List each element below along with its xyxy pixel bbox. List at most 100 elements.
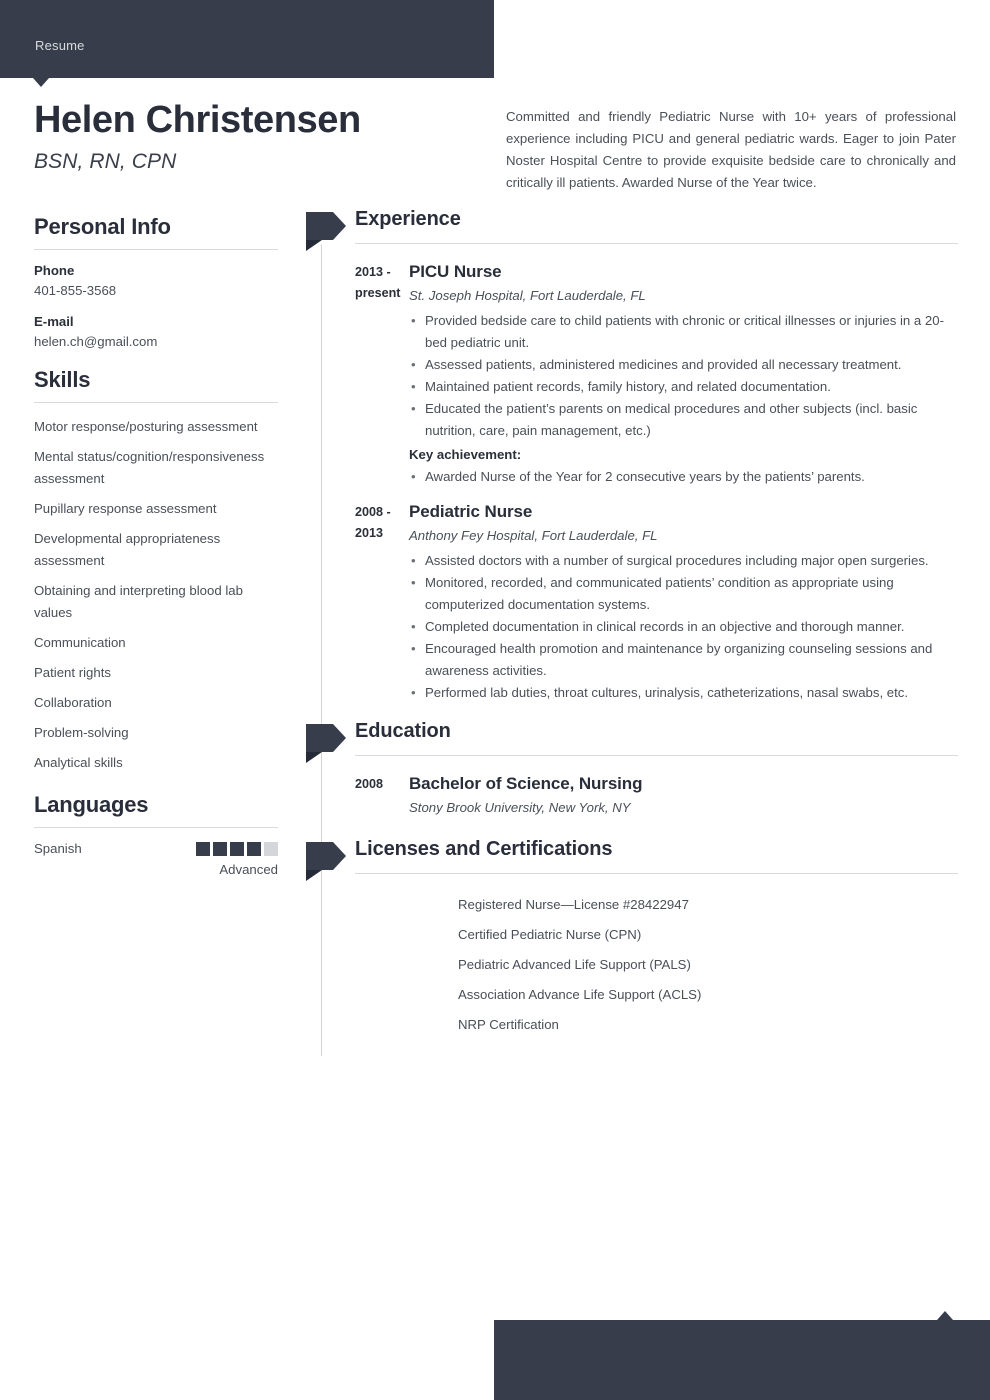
divider [34, 402, 278, 403]
rating-square-empty [264, 841, 278, 856]
header-notch-icon [33, 78, 49, 87]
list-item: Obtaining and interpreting blood lab val… [34, 583, 243, 620]
phone-value[interactable]: 401-855-3568 [34, 283, 278, 298]
footer-band [494, 1320, 990, 1400]
school-name: Stony Brook University, New York, NY [409, 800, 631, 815]
bullet-item: Assessed patients, administered medicine… [409, 354, 958, 376]
key-achievement-label: Key achievement: [409, 447, 522, 462]
education-entry: 2008 Bachelor of Science, Nursing Stony … [306, 760, 958, 822]
entry-date: 2013 - present [355, 265, 401, 300]
contact-field-email: E-mail helen.ch@gmail.com [34, 314, 278, 349]
divider [355, 243, 958, 244]
sidebar-section-skills: Skills Motor response/posturing assessme… [34, 367, 278, 774]
bullet-item: Monitored, recorded, and communicated pa… [409, 572, 958, 616]
entry-body: Bachelor of Science, Nursing Stony Brook… [409, 774, 958, 822]
list-item: Collaboration [34, 695, 112, 710]
entry-bullets: Provided bedside care to child patients … [409, 310, 958, 442]
contact-field-phone: Phone 401-855-3568 [34, 263, 278, 298]
header-label: Resume [35, 38, 85, 53]
name-block: Helen Christensen BSN, RN, CPN [34, 99, 464, 174]
ribbon-icon [306, 724, 333, 752]
personal-info-heading: Personal Info [34, 214, 171, 239]
ribbon-fold-icon [306, 752, 322, 763]
credentials-subtitle: BSN, RN, CPN [34, 150, 177, 174]
degree-title: Bachelor of Science, Nursing [409, 774, 643, 793]
entry-bullets: Assisted doctors with a number of surgic… [409, 550, 958, 704]
ribbon-icon [306, 842, 333, 870]
list-item: Association Advance Life Support (ACLS) [458, 987, 702, 1002]
language-row: Spanish [34, 841, 278, 856]
sidebar-section-personal-info: Personal Info Phone 401-855-3568 E-mail … [34, 214, 278, 349]
list-item: Pupillary response assessment [34, 501, 217, 516]
rating-square-filled [196, 841, 210, 856]
section-title: Education [355, 720, 451, 742]
section-education: Education 2008 Bachelor of Science, Nurs… [306, 720, 958, 822]
bullet-item: Educated the patient’s parents on medica… [409, 398, 958, 442]
section-title: Licenses and Certifications [355, 838, 613, 860]
ribbon-fold-icon [306, 240, 322, 251]
bullet-item: Completed documentation in clinical reco… [409, 616, 958, 638]
rating-square-filled [213, 841, 227, 856]
section-title: Experience [355, 208, 461, 230]
divider [34, 827, 278, 828]
bullet-item: Awarded Nurse of the Year for 2 consecut… [409, 466, 958, 488]
entry-date: 2008 - 2013 [355, 505, 391, 540]
bullet-item: Encouraged health promotion and maintena… [409, 638, 958, 682]
rating-square-filled [247, 841, 261, 856]
list-item: Developmental appropriateness assessment [34, 531, 221, 568]
list-item: Analytical skills [34, 755, 123, 770]
skills-heading: Skills [34, 367, 91, 392]
experience-entry: 2013 - present PICU Nurse St. Joseph Hos… [306, 248, 958, 488]
bullet-item: Assisted doctors with a number of surgic… [409, 550, 958, 572]
rating-square-filled [230, 841, 244, 856]
entry-role: PICU Nurse [409, 262, 502, 281]
sidebar: Personal Info Phone 401-855-3568 E-mail … [34, 214, 278, 895]
key-achievement-bullets: Awarded Nurse of the Year for 2 consecut… [409, 466, 958, 488]
section-licenses: Licenses and Certifications Registered N… [306, 838, 958, 1036]
ribbon-icon [306, 212, 333, 240]
language-level-label: Advanced [219, 862, 278, 877]
bullet-item: Provided bedside care to child patients … [409, 310, 958, 354]
divider [355, 873, 958, 874]
list-item: Certified Pediatric Nurse (CPN) [458, 927, 642, 942]
divider [34, 249, 278, 250]
section-header: Experience [306, 208, 958, 251]
entry-date: 2008 [355, 777, 384, 791]
divider [355, 755, 958, 756]
entry-organization: Anthony Fey Hospital, Fort Lauderdale, F… [409, 528, 658, 543]
ribbon-point-icon [333, 212, 346, 240]
list-item: Pediatric Advanced Life Support (PALS) [458, 957, 691, 972]
entry-body: PICU Nurse St. Joseph Hospital, Fort Lau… [409, 262, 958, 488]
language-name: Spanish [34, 841, 82, 856]
section-header: Licenses and Certifications [306, 838, 958, 881]
entry-role: Pediatric Nurse [409, 502, 533, 521]
section-header: Education [306, 720, 958, 763]
bullet-item: Maintained patient records, family histo… [409, 376, 958, 398]
list-item: NRP Certification [458, 1017, 559, 1032]
list-item: Registered Nurse—License #28422947 [458, 897, 689, 912]
experience-entry: 2008 - 2013 Pediatric Nurse Anthony Fey … [306, 488, 958, 704]
list-item: Patient rights [34, 665, 111, 680]
profile-summary: Committed and friendly Pediatric Nurse w… [506, 109, 956, 190]
list-item: Communication [34, 635, 126, 650]
ribbon-point-icon [333, 724, 346, 752]
ribbon-fold-icon [306, 870, 322, 881]
bullet-item: Performed lab duties, throat cultures, u… [409, 682, 958, 704]
phone-label: Phone [34, 263, 75, 278]
main-content: Experience 2013 - present PICU Nurse St.… [306, 208, 958, 1056]
language-rating [196, 841, 278, 856]
entry-organization: St. Joseph Hospital, Fort Lauderdale, FL [409, 288, 646, 303]
footer-notch-icon [937, 1311, 953, 1320]
ribbon-point-icon [333, 842, 346, 870]
licenses-list: Registered Nurse—License #28422947 Certi… [306, 878, 958, 1036]
page-title: Helen Christensen [34, 99, 361, 141]
languages-heading: Languages [34, 792, 149, 817]
list-item: Motor response/posturing assessment [34, 419, 258, 434]
list-item: Mental status/cognition/responsiveness a… [34, 449, 265, 486]
section-experience: Experience 2013 - present PICU Nurse St.… [306, 208, 958, 704]
sidebar-section-languages: Languages Spanish Advanced [34, 792, 278, 877]
entry-body: Pediatric Nurse Anthony Fey Hospital, Fo… [409, 502, 958, 704]
list-item: Problem-solving [34, 725, 129, 740]
email-label: E-mail [34, 314, 74, 329]
email-value[interactable]: helen.ch@gmail.com [34, 334, 278, 349]
